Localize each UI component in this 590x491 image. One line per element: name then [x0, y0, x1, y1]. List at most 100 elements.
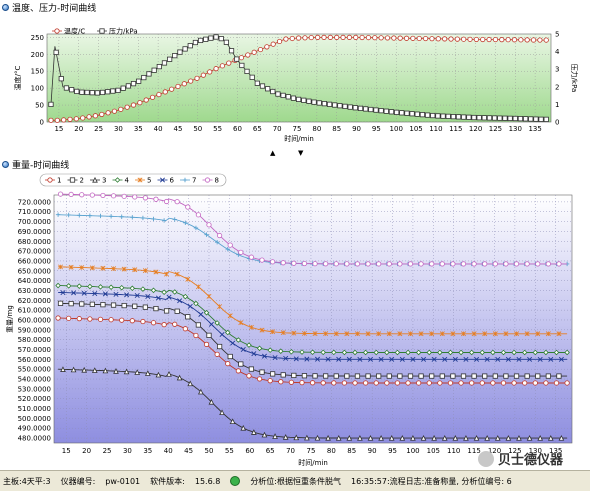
weight-point-1: [161, 322, 167, 328]
pressure-point: [466, 114, 472, 120]
weight-point-1: [543, 380, 549, 386]
weight-point-1: [182, 326, 188, 332]
weight-point-2: [301, 373, 308, 379]
temperature-point: [188, 78, 194, 84]
temperature-point: [200, 72, 206, 78]
pressure-point: [115, 87, 121, 93]
panel-splitter[interactable]: ▲ ▼: [0, 149, 590, 158]
x-tick-label: 40: [164, 447, 173, 455]
weight-point-1: [458, 380, 464, 386]
pressure-point: [187, 43, 193, 49]
expand-down-icon[interactable]: ▼: [298, 149, 303, 157]
weight-point-1: [532, 380, 538, 386]
temperature-point: [353, 34, 359, 40]
weight-panel-title: 重量-时间曲线: [2, 157, 69, 171]
temperature-point: [543, 37, 549, 43]
x-axis-label: 时间/min: [298, 458, 328, 467]
x-tick-label: 110: [429, 125, 442, 133]
x-tick-label: 115: [449, 125, 462, 133]
temperature-point: [359, 34, 365, 41]
pressure-point: [461, 114, 467, 120]
weight-point-2: [110, 302, 117, 308]
pressure-point: [244, 68, 250, 74]
temperature-point: [245, 52, 251, 58]
weight-point-8: [365, 261, 371, 267]
temperature-point: [130, 102, 137, 108]
weight-point-8: [503, 261, 509, 267]
y-tick-label: 660.0000: [18, 257, 51, 265]
temperature-point: [340, 34, 346, 40]
weight-point-2: [216, 343, 223, 350]
weight-point-2: [79, 301, 85, 307]
weight-point-1: [299, 380, 305, 386]
x-tick-label: 110: [447, 447, 460, 455]
pressure-point: [79, 89, 85, 95]
pressure-point: [507, 115, 513, 121]
temperature-point: [48, 117, 54, 123]
pressure-point: [110, 88, 116, 94]
temperature-point: [264, 44, 270, 50]
y-tick-label: 500.0000: [18, 415, 51, 423]
pressure-point: [440, 113, 446, 119]
x-tick-label: 70: [286, 447, 295, 455]
y2-tick-label: 3: [555, 66, 559, 74]
weight-point-2: [513, 373, 520, 379]
pressure-point: [239, 62, 245, 69]
weight-point-1: [373, 380, 379, 386]
legend-label-1: 1: [57, 177, 61, 185]
legend-label-4: 4: [125, 177, 130, 185]
y-tick-label: 720.0000: [18, 198, 51, 206]
pressure-point: [481, 115, 487, 121]
x-tick-label: 125: [489, 125, 502, 133]
weight-chart[interactable]: 15 20 25 30 35 40 45 50 55 60 65 70 75 80 85 90 95 100 105…: [0, 171, 590, 469]
weight-point-8: [270, 259, 276, 265]
weight-point-2: [312, 373, 318, 379]
pressure-point: [543, 116, 549, 122]
weight-point-2: [132, 303, 138, 309]
weight-point-1: [193, 332, 199, 339]
pressure-point: [383, 108, 389, 114]
x-tick-label: 95: [372, 125, 381, 133]
weight-point-2: [174, 308, 180, 314]
weight-point-2: [153, 305, 159, 312]
weight-point-1: [500, 380, 507, 386]
weight-point-8: [301, 260, 308, 267]
collapse-up-icon[interactable]: ▲: [270, 149, 275, 157]
temperature-point: [537, 37, 543, 43]
x-tick-label: 25: [103, 447, 112, 455]
temp-pressure-chart[interactable]: 15 20 25 30 35 40 45 50 55 60 65 70 75 80 85 90 95 100 105…: [0, 14, 590, 148]
pressure-point: [74, 88, 80, 95]
status-bar: 主板:4天平:3 仪器编号: pw-0101 软件版本: 15.6.8 分析位:…: [0, 470, 590, 491]
weight-point-1: [66, 315, 72, 321]
weight-point-8: [185, 204, 191, 210]
pressure-point: [424, 112, 431, 118]
pressure-point: [538, 116, 544, 122]
y-tick-label: 670.0000: [18, 248, 51, 256]
pressure-point: [48, 101, 54, 107]
x-tick-label: 100: [390, 125, 403, 133]
pressure-point: [301, 97, 307, 103]
weight-point-1: [363, 380, 369, 386]
pressure-point: [492, 115, 498, 121]
pressure-point: [517, 116, 524, 122]
pressure-point: [497, 115, 503, 121]
status-instrument-label: 仪器编号:: [60, 476, 96, 486]
weight-point-8: [439, 261, 445, 267]
x-tick-label: 105: [409, 125, 422, 133]
weight-point-2: [344, 373, 350, 379]
pressure-point: [357, 105, 364, 111]
y-tick-label: 150: [31, 68, 44, 76]
pressure-point: [151, 67, 157, 73]
pressure-point: [218, 36, 224, 42]
temperature-point: [530, 37, 537, 43]
legend-label-2: 2: [80, 177, 84, 185]
pressure-point: [523, 116, 529, 122]
temperature-point: [334, 34, 340, 40]
status-instrument-value: pw-0101: [105, 476, 141, 486]
temperature-point: [346, 34, 352, 40]
weight-point-1: [140, 318, 146, 325]
temperature-point: [124, 104, 130, 110]
x-tick-label: 35: [143, 447, 152, 455]
x-tick-label: 75: [293, 125, 302, 133]
x-tick-label: 15: [62, 447, 71, 455]
